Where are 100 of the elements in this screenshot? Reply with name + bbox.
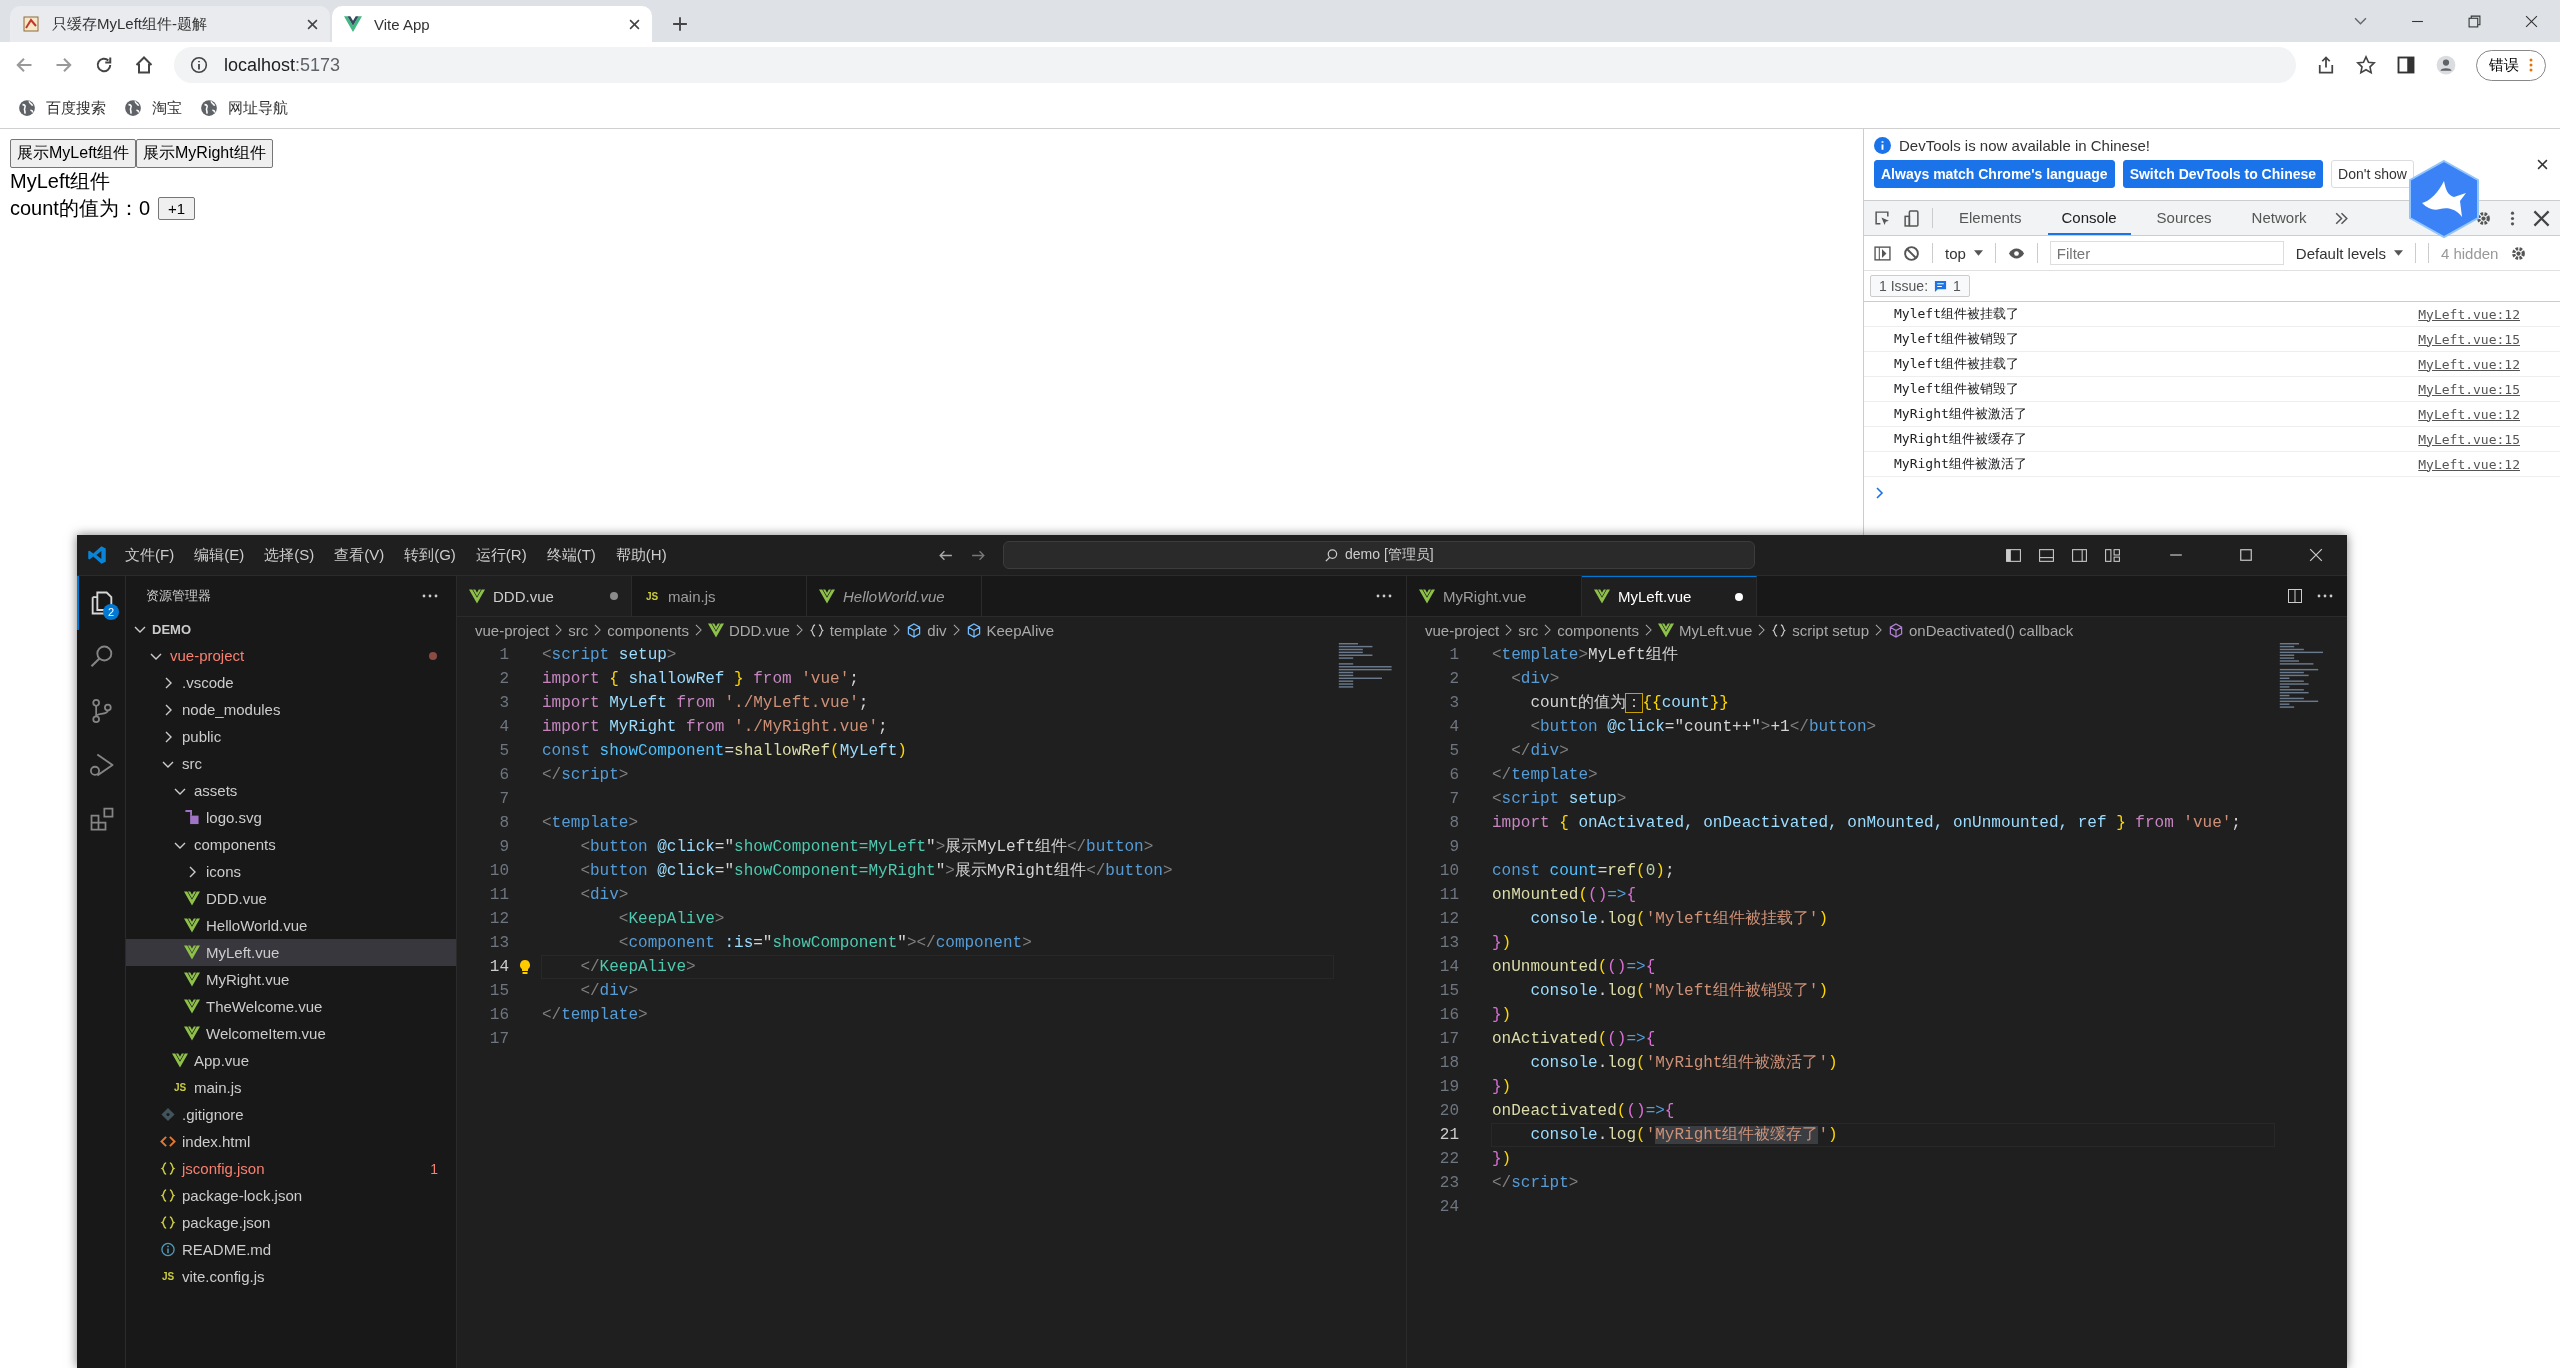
tree-item[interactable]: public <box>126 723 456 750</box>
source-link[interactable]: MyLeft.vue:12 <box>2418 456 2520 472</box>
bookmark-link[interactable]: 网址导航 <box>200 98 288 118</box>
menu-item[interactable]: 查看(V) <box>334 545 385 565</box>
tree-item[interactable]: .vscode <box>126 669 456 696</box>
layout-icon[interactable] <box>2104 546 2121 564</box>
star-icon[interactable] <box>2356 55 2376 75</box>
unsaved-dot-icon[interactable] <box>1734 591 1744 602</box>
maximize-icon[interactable] <box>2239 548 2253 562</box>
tree-item[interactable]: index.html <box>126 1128 456 1155</box>
banner-button[interactable]: Switch DevTools to Chinese <box>2122 160 2324 188</box>
tree-item[interactable]: package.json <box>126 1209 456 1236</box>
breadcrumb-item[interactable]: KeepAlive <box>965 621 1055 639</box>
inspect-icon[interactable] <box>1874 209 1891 227</box>
close-icon[interactable] <box>629 18 640 30</box>
editor-tab[interactable]: DDD.vue <box>457 576 632 616</box>
tree-item[interactable]: .gitignore <box>126 1101 456 1128</box>
tree-item[interactable]: MyRight.vue <box>126 966 456 993</box>
secondary-sidebar-icon[interactable] <box>2071 546 2088 564</box>
clear-icon[interactable] <box>1903 244 1920 262</box>
tree-item[interactable]: components <box>126 831 456 858</box>
editor-tab[interactable]: HelloWorld.vue <box>807 576 982 616</box>
forward-icon[interactable] <box>54 55 74 75</box>
breadcrumb-item[interactable]: div <box>906 621 947 639</box>
breadcrumb-item[interactable]: template <box>808 621 888 639</box>
new-tab-icon[interactable] <box>672 16 688 32</box>
menu-item[interactable]: 转到(G) <box>404 545 456 565</box>
side-panel-icon[interactable] <box>2396 55 2416 75</box>
tree-item[interactable]: WelcomeItem.vue <box>126 1020 456 1047</box>
info-icon[interactable] <box>190 56 208 74</box>
source-link[interactable]: MyLeft.vue:12 <box>2418 356 2520 372</box>
issues-button[interactable]: 1 Issue: 1 <box>1870 275 1970 297</box>
panel-toggle-icon[interactable] <box>2038 546 2055 564</box>
tree-item[interactable]: TheWelcome.vue <box>126 993 456 1020</box>
breadcrumb-item[interactable]: components <box>1557 621 1639 639</box>
source-link[interactable]: MyLeft.vue:12 <box>2418 306 2520 322</box>
browser-tab[interactable]: 只缓存MyLeft组件-题解 <box>10 6 330 42</box>
breadcrumb-item[interactable]: src <box>1518 621 1539 639</box>
source-link[interactable]: MyLeft.vue:15 <box>2418 431 2520 447</box>
close-icon[interactable] <box>2537 159 2548 170</box>
breadcrumb-item[interactable]: src <box>568 621 589 639</box>
tree-item[interactable]: src <box>126 750 456 777</box>
tree-item[interactable]: JS vite.config.js <box>126 1263 456 1290</box>
profile-icon[interactable] <box>2436 55 2456 75</box>
tree-item[interactable]: logo.svg <box>126 804 456 831</box>
menu-item[interactable]: 编辑(E) <box>194 545 245 565</box>
breadcrumb-item[interactable]: MyLeft.vue <box>1657 621 1753 639</box>
breadcrumb-item[interactable]: script setup <box>1771 621 1869 639</box>
breadcrumb-item[interactable]: onDeactivated() callback <box>1888 621 2074 639</box>
devtools-tab[interactable]: Elements <box>1945 201 2036 235</box>
share-icon[interactable] <box>2316 55 2336 75</box>
bookmark-link[interactable]: 淘宝 <box>124 98 182 118</box>
editor-tab[interactable]: JS main.js <box>632 576 807 616</box>
command-center[interactable]: demo [管理员] <box>1002 541 1755 569</box>
source-link[interactable]: MyLeft.vue:15 <box>2418 331 2520 347</box>
show-component-button[interactable]: 展示MyRight组件 <box>136 139 273 168</box>
split-editor-icon[interactable] <box>2287 588 2303 604</box>
unsaved-dot-icon[interactable] <box>609 591 619 601</box>
banner-button[interactable]: Don't show <box>2331 160 2414 188</box>
tree-item[interactable]: JS main.js <box>126 1074 456 1101</box>
levels-dropdown[interactable]: Default levels <box>2295 244 2403 262</box>
menu-item[interactable]: 文件(F) <box>125 545 175 565</box>
tree-item[interactable]: package-lock.json <box>126 1182 456 1209</box>
breadcrumb-item[interactable]: components <box>607 621 689 639</box>
gear-icon[interactable] <box>2475 209 2492 227</box>
source-link[interactable]: MyLeft.vue:15 <box>2418 381 2520 397</box>
close-icon[interactable] <box>2525 15 2538 28</box>
menu-item[interactable]: 终端(T) <box>546 545 596 565</box>
tree-item[interactable]: node_modules <box>126 696 456 723</box>
section-header[interactable]: DEMO <box>126 616 456 642</box>
tree-item[interactable]: vue-project <box>126 642 456 669</box>
breadcrumb-item[interactable]: vue-project <box>1425 621 1500 639</box>
breadcrumb-item[interactable]: vue-project <box>475 621 550 639</box>
home-icon[interactable] <box>134 55 154 75</box>
menu-item[interactable]: 帮助(H) <box>615 545 667 565</box>
more-icon[interactable] <box>422 594 438 598</box>
sidebar-icon[interactable] <box>1874 244 1891 262</box>
context-dropdown[interactable]: top <box>1945 244 1983 262</box>
devtools-tab[interactable]: Network <box>2237 201 2321 235</box>
increment-button[interactable]: +1 <box>158 197 196 220</box>
menu-item[interactable]: 选择(S) <box>264 545 315 565</box>
tree-item[interactable]: icons <box>126 858 456 885</box>
banner-button[interactable]: Always match Chrome's language <box>1874 160 2115 188</box>
prompt-icon[interactable] <box>1876 487 1884 499</box>
browser-tab[interactable]: Vite App <box>332 6 652 42</box>
devtools-tab[interactable]: Sources <box>2142 201 2226 235</box>
close-icon[interactable] <box>2533 209 2550 227</box>
address-bar[interactable]: localhost:5173 <box>174 47 2296 83</box>
filter-field[interactable]: Filter <box>2049 241 2284 265</box>
menu-item[interactable]: 运行(R) <box>475 545 527 565</box>
devtools-tab[interactable]: Console <box>2047 201 2131 235</box>
source-link[interactable]: MyLeft.vue:12 <box>2418 406 2520 422</box>
lightbulb-icon[interactable] <box>519 959 531 975</box>
tree-item[interactable]: README.md <box>126 1236 456 1263</box>
tree-item[interactable]: assets <box>126 777 456 804</box>
gear-icon[interactable] <box>2510 244 2528 262</box>
tab-search-icon[interactable] <box>2354 15 2367 28</box>
tree-item[interactable]: HelloWorld.vue <box>126 912 456 939</box>
tree-item[interactable]: App.vue <box>126 1047 456 1074</box>
tree-item[interactable]: jsconfig.json 1 <box>126 1155 456 1182</box>
